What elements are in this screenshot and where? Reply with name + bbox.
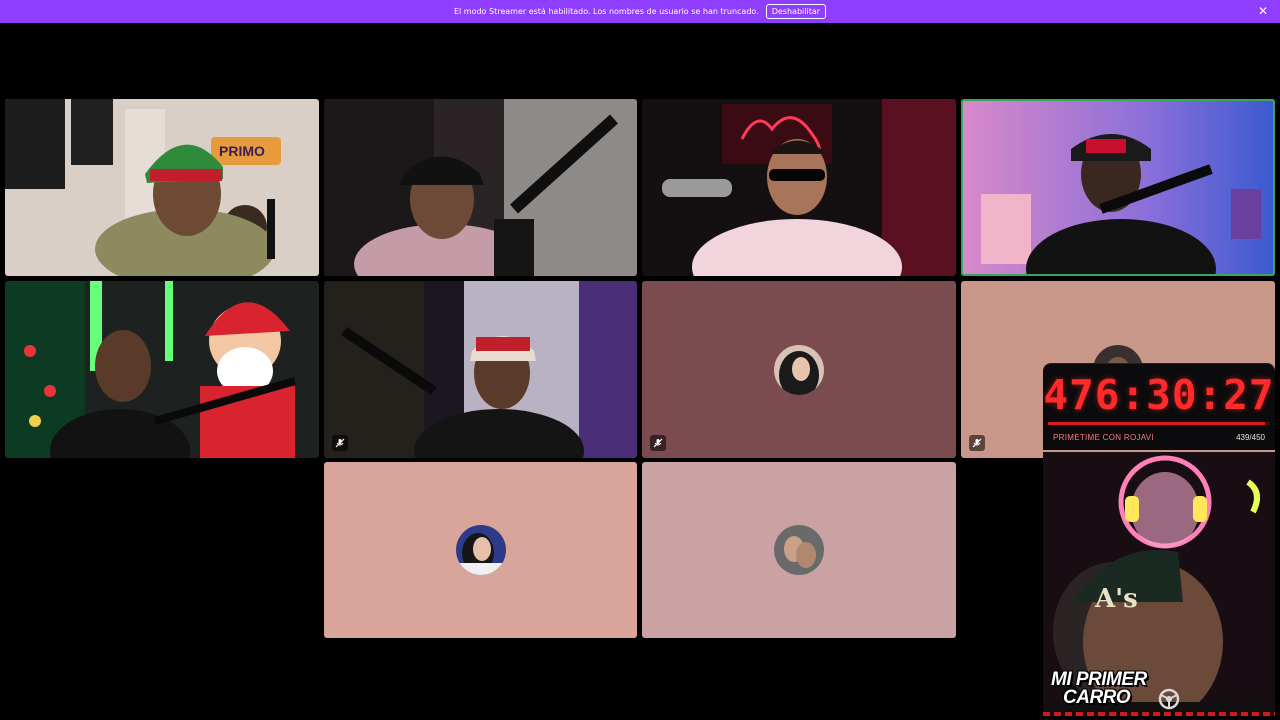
speaking-indicator bbox=[961, 99, 1275, 276]
participant-tile-6[interactable] bbox=[324, 281, 637, 458]
timer-progress-track bbox=[1048, 422, 1270, 425]
participant-tile-1[interactable]: PRIMO bbox=[5, 99, 319, 276]
participant-tile-4[interactable] bbox=[961, 99, 1275, 276]
subathon-timer-overlay: 476:30:27 PRIMETIME CON ROJAVI 439/450 bbox=[1043, 363, 1275, 450]
participant-avatar bbox=[774, 344, 824, 395]
timer-label: PRIMETIME CON ROJAVI bbox=[1053, 433, 1154, 442]
participant-tile-9[interactable] bbox=[324, 462, 637, 638]
participant-avatar bbox=[455, 525, 506, 575]
tile-caption-primo: PRIMO bbox=[219, 143, 265, 159]
steering-wheel-icon bbox=[1158, 688, 1180, 710]
streamer-facecam: A's MI PRIMER CARRO bbox=[1043, 452, 1275, 714]
streamer-mode-banner: El modo Streamer está habilitado. Los no… bbox=[0, 0, 1280, 23]
participant-tile-7[interactable] bbox=[642, 281, 956, 458]
timer-value: 476:30:27 bbox=[1043, 371, 1275, 419]
participant-tile-10[interactable] bbox=[642, 462, 956, 638]
timer-progress-fill bbox=[1048, 422, 1265, 425]
participant-tile-5[interactable] bbox=[5, 281, 319, 458]
close-icon[interactable]: ✕ bbox=[1258, 4, 1268, 18]
disable-streamer-mode-button[interactable]: Deshabilitar bbox=[765, 4, 827, 19]
participant-video bbox=[642, 99, 956, 276]
timer-count: 439/450 bbox=[1236, 433, 1265, 442]
mic-muted-icon bbox=[969, 435, 985, 451]
banner-message: El modo Streamer está habilitado. Los no… bbox=[453, 7, 759, 16]
mic-muted-icon bbox=[650, 435, 666, 451]
participant-video bbox=[5, 281, 319, 458]
overlay-stripe bbox=[1043, 712, 1275, 716]
participant-tile-3[interactable] bbox=[642, 99, 956, 276]
participant-tile-2[interactable] bbox=[324, 99, 637, 276]
mic-muted-icon bbox=[332, 435, 348, 451]
participant-video bbox=[324, 99, 637, 276]
participant-video: PRIMO bbox=[5, 99, 319, 276]
cap-logo: A's bbox=[1094, 584, 1138, 614]
participant-video bbox=[324, 281, 637, 458]
participant-avatar bbox=[774, 525, 824, 575]
